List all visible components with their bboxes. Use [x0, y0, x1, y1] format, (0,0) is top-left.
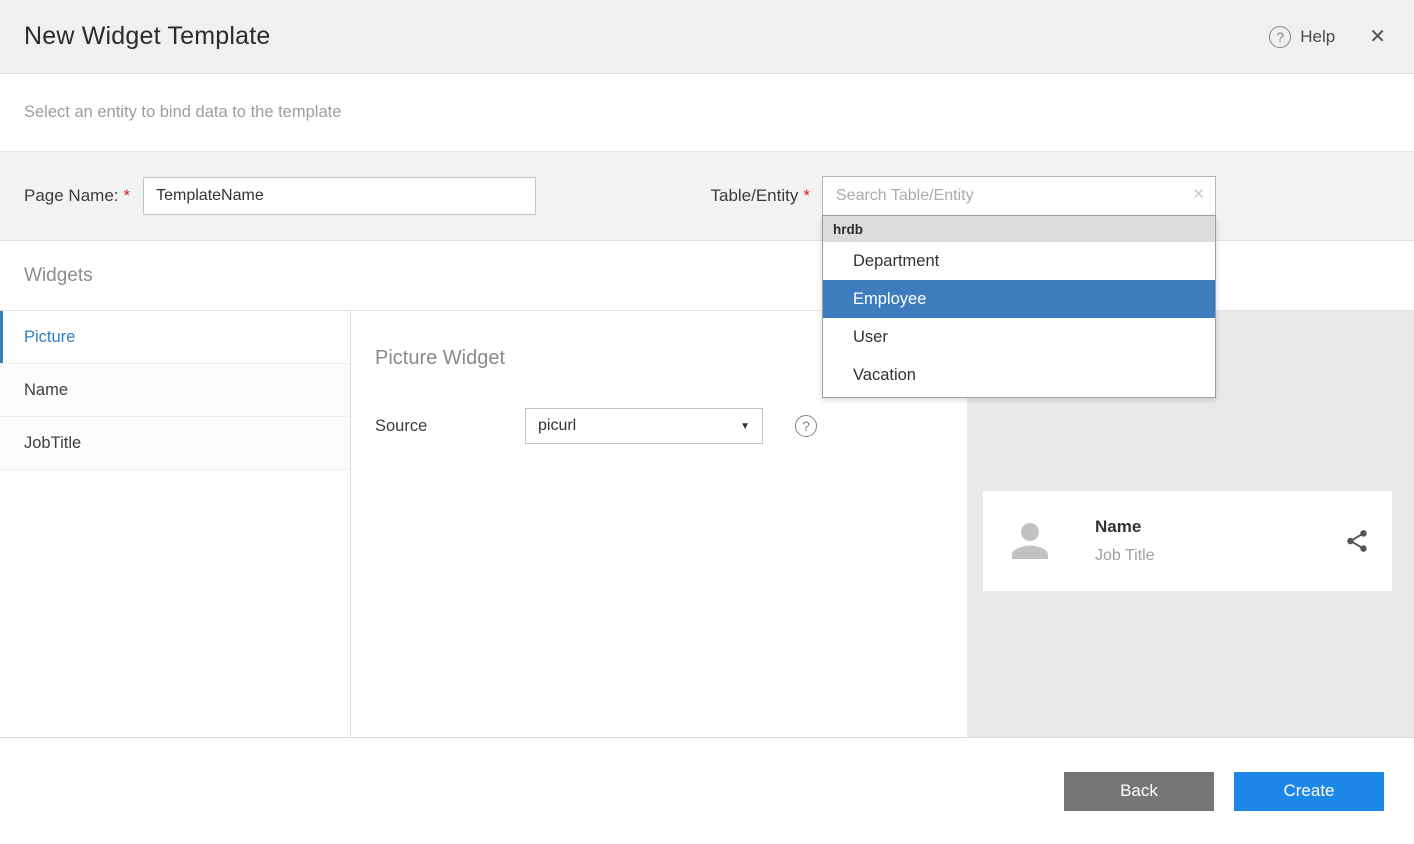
required-asterisk: *: [803, 186, 810, 206]
dropdown-item-employee[interactable]: Employee: [823, 280, 1215, 318]
source-help-icon[interactable]: ?: [795, 415, 817, 437]
header-actions: ? Help ✕: [1269, 26, 1386, 48]
source-select[interactable]: picurl ▼: [525, 408, 763, 444]
sidebar-item-name[interactable]: Name: [0, 364, 350, 417]
preview-job-title: Job Title: [1095, 547, 1344, 565]
clear-search-icon[interactable]: ✕: [1192, 187, 1205, 202]
new-widget-template-dialog: New Widget Template ? Help ✕ Select an e…: [0, 0, 1414, 844]
dialog-header: New Widget Template ? Help ✕: [0, 0, 1414, 74]
sidebar-item-jobtitle[interactable]: JobTitle: [0, 417, 350, 470]
create-button[interactable]: Create: [1234, 772, 1384, 811]
entity-dropdown: hrdb Department Employee User Vacation: [822, 215, 1216, 398]
table-entity-search: ✕ hrdb Department Employee User Vacation: [822, 176, 1216, 216]
help-button[interactable]: ? Help: [1269, 26, 1335, 48]
help-label: Help: [1300, 27, 1335, 47]
widgets-section-title: Widgets: [24, 265, 93, 287]
preview-name: Name: [1095, 517, 1344, 537]
page-title: New Widget Template: [24, 22, 271, 51]
dropdown-item-department[interactable]: Department: [823, 242, 1215, 280]
chevron-down-icon: ▼: [740, 421, 750, 432]
dropdown-group-hrdb: hrdb: [823, 216, 1215, 242]
source-label: Source: [375, 417, 525, 436]
preview-card: Name Job Title: [983, 491, 1392, 591]
dropdown-item-vacation[interactable]: Vacation: [823, 356, 1215, 394]
dropdown-item-user[interactable]: User: [823, 318, 1215, 356]
page-name-input[interactable]: [143, 177, 536, 215]
back-button[interactable]: Back: [1064, 772, 1214, 811]
table-entity-group: Table/Entity * ✕ hrdb Department Employe…: [710, 176, 1216, 216]
preview-card-text: Name Job Title: [1095, 517, 1344, 565]
close-icon[interactable]: ✕: [1369, 27, 1386, 47]
table-entity-label: Table/Entity: [710, 186, 798, 206]
widgets-sidebar: Picture Name JobTitle: [0, 311, 351, 737]
sidebar-item-picture[interactable]: Picture: [0, 311, 350, 364]
subtitle-text: Select an entity to bind data to the tem…: [24, 103, 341, 122]
share-icon: [1344, 528, 1370, 554]
source-select-value: picurl: [538, 417, 576, 435]
required-asterisk: *: [124, 186, 131, 206]
source-field-row: Source picurl ▼ ?: [375, 408, 943, 444]
help-icon: ?: [1269, 26, 1291, 48]
table-entity-search-input[interactable]: [822, 176, 1216, 216]
avatar-icon: [1003, 514, 1057, 568]
subtitle-row: Select an entity to bind data to the tem…: [0, 74, 1414, 152]
page-name-label: Page Name:: [24, 186, 119, 206]
dialog-footer: Back Create: [0, 738, 1414, 844]
form-row: Page Name: * Table/Entity * ✕ hrdb Depar…: [0, 152, 1414, 241]
